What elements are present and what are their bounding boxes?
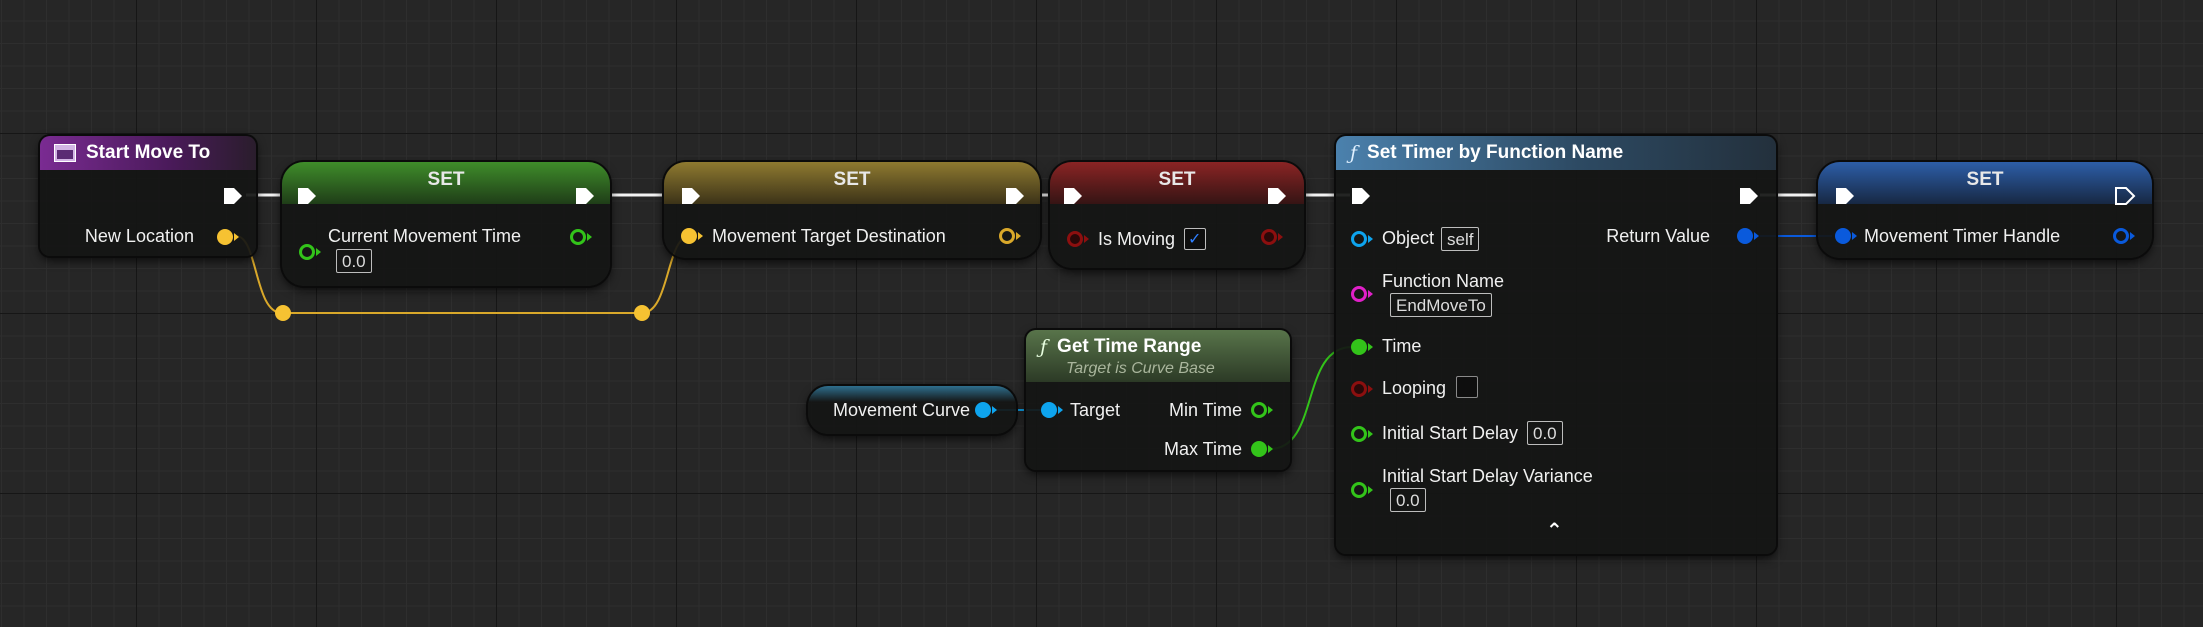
exec-out-pin[interactable]: [1738, 186, 1760, 206]
set-movement-target-destination-node[interactable]: SET Movement Target Destination: [664, 162, 1040, 258]
node-title: Set Timer by Function Name: [1367, 142, 1624, 163]
float-pin[interactable]: [1350, 337, 1374, 357]
function-icon: ƒ: [1040, 336, 1048, 358]
object-pin[interactable]: [1040, 400, 1064, 420]
movement-curve-getter-node[interactable]: Movement Curve: [808, 386, 1016, 434]
struct-pin[interactable]: [1834, 226, 1858, 246]
node-title: SET: [833, 169, 871, 190]
initial-start-delay-variance-field[interactable]: 0.0: [1390, 488, 1426, 512]
bool-pin[interactable]: [1066, 229, 1090, 249]
float-pin[interactable]: [1350, 424, 1374, 444]
looping-checkbox[interactable]: [1456, 376, 1478, 398]
pin-label-function-name: Function Name: [1382, 271, 1505, 291]
check-icon: ✓: [1188, 231, 1202, 248]
exec-in-pin[interactable]: [1834, 186, 1856, 206]
exec-out-pin[interactable]: [1266, 186, 1288, 206]
pin-label-time: Time: [1382, 336, 1422, 356]
pin-label-looping: Looping: [1382, 378, 1447, 398]
object-pin[interactable]: [1350, 229, 1374, 249]
function-name-field[interactable]: EndMoveTo: [1390, 293, 1492, 317]
is-moving-checkbox[interactable]: ✓: [1184, 228, 1206, 250]
bool-pin[interactable]: [1350, 379, 1374, 399]
default-value-field[interactable]: 0.0: [336, 249, 372, 273]
set-movement-timer-handle-node[interactable]: SET Movement Timer Handle: [1818, 162, 2152, 258]
pin-label-is-moving: Is Moving: [1098, 229, 1176, 249]
float-pin[interactable]: [1250, 439, 1274, 459]
node-subtitle: Target is Curve Base: [1066, 360, 1215, 377]
exec-out-pin[interactable]: [574, 186, 596, 206]
object-value-field[interactable]: self: [1441, 227, 1480, 251]
pin-label-initial-start-delay: Initial Start Delay: [1382, 423, 1519, 443]
node-header[interactable]: Start Move To: [40, 136, 256, 170]
pin-label-initial-start-delay-variance: Initial Start Delay Variance: [1382, 466, 1593, 486]
exec-out-pin[interactable]: [222, 186, 244, 206]
pin-label-current-movement-time: Current Movement Time: [328, 226, 522, 246]
node-title: SET: [1158, 169, 1196, 190]
pin-label-object: Object: [1382, 228, 1435, 248]
node-header[interactable]: SET: [1818, 162, 2152, 204]
get-time-range-node[interactable]: ƒ Get Time Range Target is Curve Base Ta…: [1026, 330, 1290, 470]
struct-pin[interactable]: [1736, 226, 1760, 246]
set-is-moving-node[interactable]: SET Is Moving ✓: [1050, 162, 1304, 268]
reroute-node: [634, 305, 650, 321]
float-pin[interactable]: [1250, 400, 1274, 420]
exec-out-pin[interactable]: [2114, 186, 2136, 206]
string-pin[interactable]: [1350, 284, 1374, 304]
node-header[interactable]: ƒ Set Timer by Function Name: [1336, 136, 1776, 170]
exec-out-pin[interactable]: [1004, 186, 1026, 206]
exec-in-pin[interactable]: [1350, 186, 1372, 206]
set-current-movement-time-node[interactable]: SET Current Movement Time 0.0: [282, 162, 610, 286]
node-header[interactable]: SET: [282, 162, 610, 204]
object-pin[interactable]: [974, 400, 998, 420]
float-pin[interactable]: [569, 227, 593, 247]
event-icon: [54, 144, 76, 162]
vector-pin[interactable]: [216, 227, 240, 247]
exec-in-pin[interactable]: [680, 186, 702, 206]
bool-pin[interactable]: [1260, 227, 1284, 247]
pin-label-return-value: Return Value: [1606, 226, 1710, 246]
pin-label-movement-timer-handle: Movement Timer Handle: [1864, 226, 2061, 246]
start-move-to-node[interactable]: Start Move To New Location: [40, 136, 256, 256]
node-title-row: ƒ Get Time Range: [1040, 336, 1201, 358]
wires-layer: [235, 193, 1836, 450]
collapse-chevron-icon[interactable]: ⌃: [1546, 518, 1563, 543]
initial-start-delay-field[interactable]: 0.0: [1527, 421, 1563, 445]
function-icon: ƒ: [1350, 142, 1358, 164]
exec-in-pin[interactable]: [296, 186, 318, 206]
node-header[interactable]: SET: [664, 162, 1040, 204]
node-title: Start Move To: [86, 142, 211, 163]
pin-label-movement-target-destination: Movement Target Destination: [712, 226, 946, 246]
pin-label-target: Target: [1070, 400, 1121, 420]
float-pin[interactable]: [1350, 480, 1374, 500]
vector-pin[interactable]: [998, 226, 1022, 246]
pin-label-min-time: Min Time: [1168, 400, 1242, 420]
pin-label-max-time: Max Time: [1163, 439, 1242, 459]
set-timer-by-function-name-node[interactable]: ƒ Set Timer by Function Name Object self…: [1336, 136, 1776, 554]
pin-label-new-location: New Location: [84, 226, 194, 246]
node-title: Get Time Range: [1057, 336, 1202, 357]
node-title: SET: [1966, 169, 2004, 190]
exec-in-pin[interactable]: [1062, 186, 1084, 206]
node-header[interactable]: ƒ Get Time Range Target is Curve Base: [1026, 330, 1290, 382]
reroute-node: [275, 305, 291, 321]
float-pin[interactable]: [298, 242, 322, 262]
vector-pin[interactable]: [680, 226, 704, 246]
struct-pin[interactable]: [2112, 226, 2136, 246]
pin-label-movement-curve: Movement Curve: [833, 400, 971, 420]
node-title: SET: [427, 169, 465, 190]
